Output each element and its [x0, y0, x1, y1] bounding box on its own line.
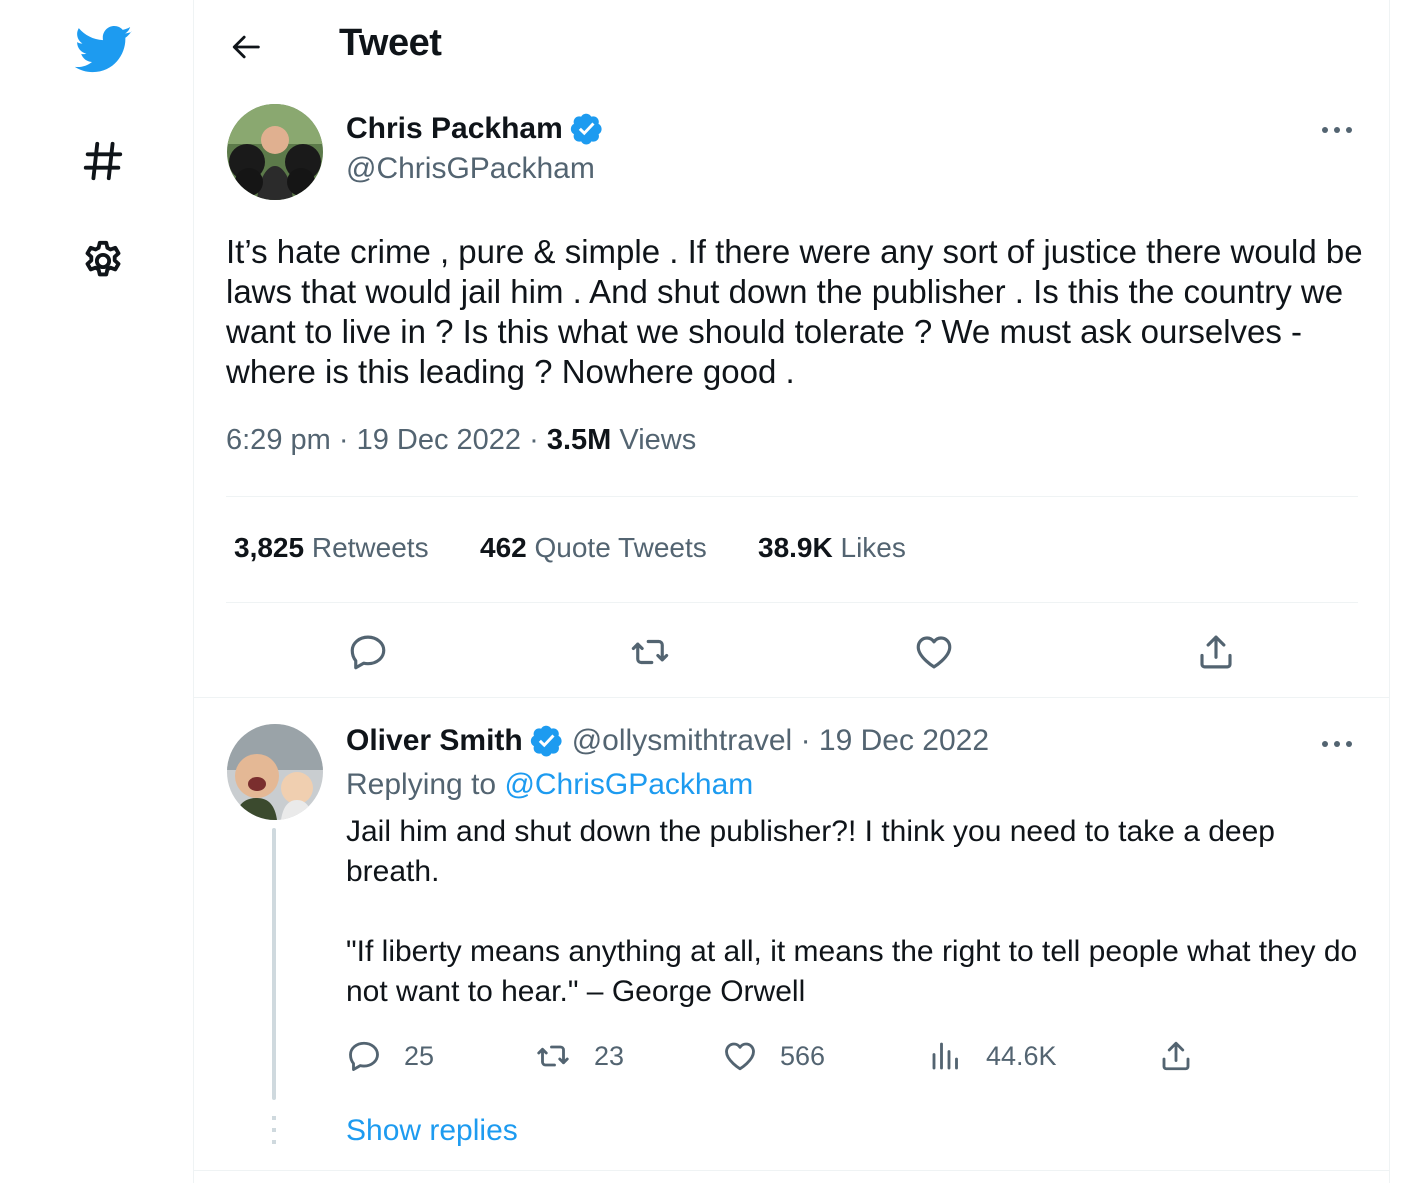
share-button[interactable]: [1190, 626, 1242, 678]
meta-separator: ·: [338, 424, 357, 456]
analytics-icon: [932, 1042, 958, 1070]
reply-date[interactable]: 19 Dec 2022: [819, 724, 989, 758]
comment-icon: [349, 1041, 379, 1071]
reply-avatar[interactable]: [227, 724, 323, 820]
replying-to-link[interactable]: @ChrisGPackham: [504, 768, 753, 801]
avatar[interactable]: [227, 104, 323, 200]
tweet-meta: 6:29 pm · 19 Dec 2022 · 3.5M Views: [226, 424, 696, 457]
view-count: 44.6K: [986, 1040, 1057, 1071]
sidebar: [0, 0, 193, 1183]
reply-button[interactable]: [342, 626, 394, 678]
reply-more-options-icon[interactable]: [1320, 727, 1354, 761]
meta-separator: ·: [792, 724, 819, 757]
heart-icon: [725, 1042, 755, 1071]
twitter-bird-icon[interactable]: [72, 24, 136, 76]
like-button[interactable]: [908, 626, 960, 678]
author-handle[interactable]: @ChrisGPackham: [346, 152, 595, 186]
divider: [226, 496, 1358, 497]
gear-icon[interactable]: [78, 236, 128, 286]
back-arrow-icon[interactable]: [226, 26, 268, 68]
thread-dots: [272, 1116, 276, 1152]
reply-paragraph-2: "If liberty means anything at all, it me…: [346, 935, 1358, 1008]
quote-tweets-stat[interactable]: 462 Quote Tweets: [480, 532, 707, 564]
reply-header: Oliver Smith @ollysmithtravel · 19 Dec 2…: [346, 724, 989, 758]
heart-icon: [916, 636, 952, 669]
share-icon: [1162, 1041, 1190, 1071]
like-count: 566: [780, 1040, 826, 1071]
reply-reply-button[interactable]: 25: [346, 1038, 434, 1074]
reply-paragraph-1: Jail him and shut down the publisher?! I…: [346, 815, 1275, 888]
likes-count: 38.9K: [758, 532, 833, 563]
reply-like-button[interactable]: 566: [722, 1038, 825, 1074]
tweet-time[interactable]: 6:29 pm: [226, 424, 331, 456]
hashtag-icon[interactable]: [78, 136, 128, 186]
author-name-text: Chris Packham: [346, 112, 563, 145]
likes-stat[interactable]: 38.9K Likes: [758, 532, 906, 564]
reply-count: 25: [404, 1040, 435, 1071]
thread-line: [272, 828, 276, 1100]
retweet-icon: [537, 1045, 569, 1067]
replying-prefix: Replying to: [346, 768, 497, 801]
retweet-count: 23: [594, 1040, 625, 1071]
reply-share-button[interactable]: [1158, 1038, 1194, 1074]
reply-views-button[interactable]: 44.6K: [928, 1038, 1057, 1074]
share-icon: [1200, 635, 1232, 669]
comment-icon: [350, 635, 386, 670]
divider: [226, 602, 1358, 603]
reply-author-handle[interactable]: @ollysmithtravel: [572, 724, 793, 758]
meta-separator: ·: [529, 424, 547, 456]
quotes-label: Quote Tweets: [534, 532, 707, 563]
verified-badge-icon: [530, 724, 564, 758]
retweets-count: 3,825: [234, 532, 305, 563]
verified-badge-icon: [570, 112, 604, 146]
more-options-icon[interactable]: [1320, 113, 1354, 147]
retweets-stat[interactable]: 3,825 Retweets: [234, 532, 429, 564]
retweet-button[interactable]: [624, 626, 676, 678]
divider: [194, 1170, 1389, 1171]
quotes-count: 462: [480, 532, 527, 563]
reply-retweet-button[interactable]: 23: [534, 1038, 624, 1074]
retweets-label: Retweets: [311, 532, 429, 563]
reply-author-name[interactable]: Oliver Smith: [346, 724, 523, 758]
tweet-date[interactable]: 19 Dec 2022: [357, 424, 521, 456]
tweet-text: It’s hate crime , pure & simple . If the…: [226, 233, 1363, 390]
divider: [194, 697, 1389, 698]
views-label: Views: [619, 424, 697, 456]
author-name[interactable]: Chris Packham: [346, 112, 604, 146]
replying-to: Replying to @ChrisGPackham: [346, 768, 753, 802]
column-divider-left: [193, 0, 194, 1183]
page-title: Tweet: [339, 22, 442, 64]
retweet-icon: [631, 639, 669, 665]
likes-label: Likes: [840, 532, 906, 563]
column-divider-right: [1389, 0, 1390, 1183]
show-replies-link[interactable]: Show replies: [346, 1114, 518, 1148]
views-count: 3.5M: [546, 424, 612, 456]
